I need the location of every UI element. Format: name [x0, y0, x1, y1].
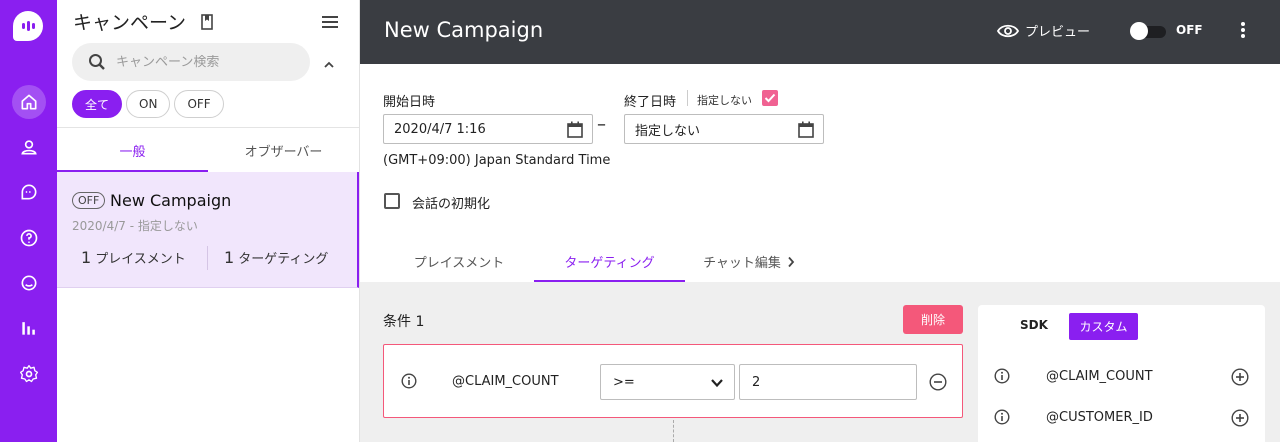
search-input[interactable]: [116, 54, 286, 70]
nav-conversations[interactable]: [0, 263, 57, 303]
targeting-label: ターゲティング: [238, 252, 329, 267]
bookmark-icon[interactable]: [200, 14, 214, 34]
filter-off[interactable]: OFF: [174, 90, 224, 118]
settings-icon: [19, 365, 38, 383]
start-date-value: 2020/4/7 1:16: [394, 121, 486, 137]
reset-conversation-checkbox[interactable]: [384, 193, 400, 209]
info-icon[interactable]: [994, 368, 1010, 388]
tab-sdk[interactable]: SDK: [1020, 318, 1048, 332]
reset-conversation-label: 会話の初期化: [412, 197, 491, 212]
timezone-label: (GMT+09:00) Japan Standard Time: [383, 153, 611, 168]
campaign-toggle[interactable]: [1130, 22, 1166, 40]
placement-stat: 1 プレイスメント: [81, 248, 186, 267]
date-range-separator: –: [597, 114, 606, 135]
calendar-icon[interactable]: [567, 121, 583, 142]
page-title: New Campaign: [384, 18, 544, 42]
status-badge: OFF: [72, 192, 106, 209]
filter-all[interactable]: 全て: [72, 90, 123, 118]
campaign-form: 開始日時 2020/4/7 1:16 – (GMT+09:00) Japan S…: [360, 64, 1280, 282]
placement-label: プレイスメント: [95, 252, 186, 267]
campaign-name: New Campaign: [110, 191, 232, 210]
list-tabs: 一般 オブザーバー: [57, 127, 359, 172]
app-rail: [0, 0, 57, 442]
variable-panel: SDK カスタム @CLAIM_COUNT @CUSTOMER_ID: [978, 305, 1265, 442]
end-date-value: 指定しない: [635, 123, 701, 139]
condition-row: @CLAIM_COUNT >= 2: [383, 344, 963, 418]
info-icon[interactable]: [401, 373, 417, 393]
chevron-right-icon: [788, 256, 795, 267]
campaign-date-range: 2020/4/7 - 指定しない: [72, 219, 198, 233]
nav-analytics[interactable]: [0, 308, 57, 348]
search-icon: [89, 54, 105, 70]
app-logo[interactable]: [13, 11, 43, 41]
operator-select[interactable]: >=: [600, 364, 735, 400]
nav-help[interactable]: [0, 218, 57, 258]
collapse-chevron-icon[interactable]: [323, 55, 335, 74]
end-date-label: 終了日時: [624, 95, 677, 110]
end-unspecified-label: 指定しない: [697, 94, 752, 107]
variable-item: @CLAIM_COUNT: [978, 362, 1265, 392]
nav-chat[interactable]: [0, 172, 57, 212]
targeting-panel: 条件 1 削除 @CLAIM_COUNT >= 2 SDK カスタム @CLAI…: [360, 282, 1280, 442]
list-menu-icon[interactable]: [322, 14, 338, 33]
home-icon: [11, 85, 46, 119]
remove-row-icon[interactable]: [929, 373, 947, 395]
end-unspecified-checkbox[interactable]: [762, 90, 778, 106]
add-variable-icon[interactable]: [1231, 409, 1249, 431]
campaign-search[interactable]: [72, 43, 310, 81]
more-menu-icon[interactable]: [1240, 20, 1246, 44]
end-date-field[interactable]: 指定しない: [624, 114, 824, 144]
help-icon: [20, 229, 37, 247]
eye-icon: [997, 24, 1019, 37]
tab-placement[interactable]: プレイスメント: [384, 241, 534, 282]
user-icon: [20, 140, 37, 155]
filter-chips: 全て ON OFF: [72, 90, 224, 118]
tab-custom[interactable]: カスタム: [1069, 313, 1138, 340]
operator-value: >=: [613, 374, 635, 390]
chat-icon: [21, 184, 36, 200]
delete-condition-button[interactable]: 削除: [903, 305, 963, 334]
nav-home[interactable]: [0, 82, 57, 122]
condition-connector: [673, 420, 674, 442]
targeting-stat: 1 ターゲティング: [224, 248, 328, 267]
tab-general[interactable]: 一般: [57, 128, 208, 172]
nav-users[interactable]: [0, 127, 57, 167]
campaign-card[interactable]: OFF New Campaign 2020/4/7 - 指定しない 1 プレイスメ…: [57, 172, 359, 288]
targeting-count: 1: [224, 248, 235, 267]
nav-settings[interactable]: [0, 354, 57, 394]
toggle-label: OFF: [1176, 23, 1203, 37]
conversation-icon: [21, 275, 36, 291]
tab-observer[interactable]: オブザーバー: [208, 128, 359, 172]
condition-title: 条件 1: [383, 314, 425, 330]
placement-count: 1: [81, 248, 92, 267]
start-date-field[interactable]: 2020/4/7 1:16: [383, 114, 593, 144]
list-title: キャンペーン: [73, 12, 187, 34]
add-variable-icon[interactable]: [1231, 368, 1249, 390]
tab-chat-edit-label: チャット編集: [703, 256, 781, 271]
variable-name: @CLAIM_COUNT: [1046, 369, 1153, 384]
stat-divider: [207, 246, 208, 270]
chevron-down-icon: [710, 377, 724, 392]
info-icon[interactable]: [994, 409, 1010, 429]
calendar-icon[interactable]: [798, 121, 814, 142]
preview-button[interactable]: プレビュー: [997, 21, 1090, 40]
analytics-icon: [21, 322, 35, 335]
campaign-list-panel: キャンペーン 全て ON OFF 一般 オブザーバー OFF New Campa…: [57, 0, 360, 442]
preview-label: プレビュー: [1025, 25, 1091, 40]
variable-name: @CUSTOMER_ID: [1046, 410, 1153, 425]
condition-variable: @CLAIM_COUNT: [452, 374, 559, 389]
end-date-divider: [687, 90, 688, 106]
tab-targeting[interactable]: ターゲティング: [534, 241, 685, 282]
variable-item: @CUSTOMER_ID: [978, 403, 1265, 433]
campaign-header: New Campaign プレビュー OFF: [360, 0, 1280, 64]
condition-value-input[interactable]: 2: [739, 364, 917, 400]
detail-tabs: プレイスメント ターゲティング チャット編集: [384, 241, 813, 282]
tab-chat-edit[interactable]: チャット編集: [685, 241, 813, 282]
filter-on[interactable]: ON: [126, 90, 171, 118]
start-date-label: 開始日時: [383, 95, 436, 110]
condition-value: 2: [752, 374, 761, 390]
